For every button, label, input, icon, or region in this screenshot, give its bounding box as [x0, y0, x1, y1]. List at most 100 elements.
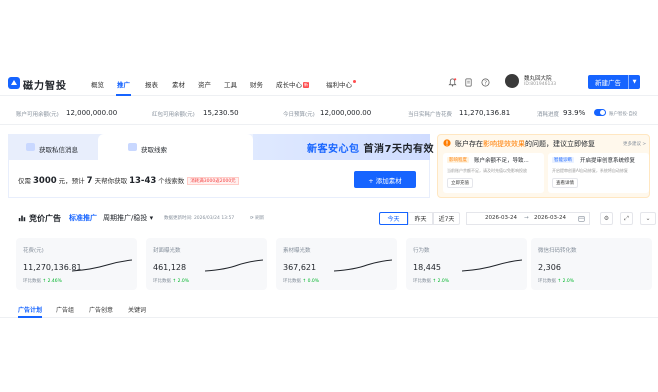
add-material-button[interactable]: + 添加素材 [354, 171, 416, 188]
metric-spend-compare-value: ↑ 2.46% [42, 279, 62, 284]
nav-reports[interactable]: 报表 [145, 79, 158, 89]
refresh-button[interactable]: ⟳ 刷新 [250, 215, 264, 221]
nav-welfare-center[interactable]: 福利中心 [326, 79, 356, 89]
range-7days[interactable]: 近7天 [433, 212, 460, 225]
date-separator: → [524, 215, 529, 221]
settings-icon[interactable]: ⚙ [600, 212, 613, 225]
metric-cover-label: 封面曝光数 [153, 248, 181, 254]
nav-overview[interactable]: 概览 [91, 79, 104, 89]
budget-suffix: 个线索数 [158, 177, 185, 185]
alert-title: 账户存在影响提效效果的问题，建议立即修复 [455, 139, 595, 149]
nav-materials[interactable]: 素材 [172, 79, 185, 89]
metric-wechat-compare: 环比数据 ↑ 2.0% [538, 278, 574, 284]
metric-material-trend [334, 259, 392, 272]
expand-icon[interactable]: ⤢ [620, 212, 633, 225]
notification-dot [353, 80, 356, 83]
bell-icon[interactable] [448, 78, 457, 87]
tab-leads[interactable] [98, 134, 253, 160]
collapse-chevron-icon[interactable]: ⌄ [640, 212, 656, 225]
metric-material-compare: 环比数据 ↑ 0.0% [283, 278, 319, 284]
nav-promotion[interactable]: 推广 [117, 79, 130, 89]
metric-cover-compare: 环比数据 ↑ 2.0% [153, 278, 189, 284]
metric-actions-label: 行为数 [413, 248, 430, 254]
promotion-mode-select[interactable]: 周期推广/稳投 ▾ [103, 213, 153, 223]
alert-card-balance-text: 账户余额不足，导致... [474, 158, 529, 164]
logo-icon [8, 77, 20, 89]
promotion-type-select[interactable]: 标准推广 [69, 213, 97, 223]
budget-amount: 3000 [33, 176, 57, 186]
user-id: ID:801946133 [524, 82, 557, 87]
alert-card-creative-text: 开启提审创意系统修复 [580, 158, 636, 164]
budget-days: 7 [86, 176, 93, 186]
nav-growth-center[interactable]: 成长中心新 [276, 79, 309, 89]
metric-material-compare-label: 环比数据 [283, 279, 301, 284]
alert-title-warn: 影响提效效果 [483, 140, 525, 148]
range-today[interactable]: 今天 [379, 212, 408, 225]
nav-growth-label: 成长中心 [276, 81, 302, 89]
nav-tools[interactable]: 工具 [224, 79, 237, 89]
stat-spend-label: 当日实耗广告花费 [408, 112, 453, 118]
smart-bid-label: 账户智投·自投 [609, 112, 638, 117]
leads-icon [128, 143, 137, 151]
svg-text:?: ? [484, 80, 487, 86]
tab-keywords[interactable]: 关键词 [128, 305, 146, 314]
metric-actions-compare: 环比数据 ↑ 2.0% [413, 278, 449, 284]
tab-ad-group[interactable]: 广告组 [56, 305, 74, 314]
document-icon[interactable] [464, 78, 473, 87]
chevron-down-icon[interactable]: ▼ [628, 75, 640, 89]
metric-actions-compare-value: ↑ 2.0% [432, 279, 450, 284]
stat-balance-value: 12,000,000.00 [66, 109, 118, 117]
more-suggestions-link[interactable]: 更多建议 > [623, 141, 646, 147]
avatar[interactable] [505, 74, 519, 88]
tab-ad-plan[interactable]: 广告计划 [18, 305, 42, 314]
budget-estimate: 仅需 3000 元，预计 7 天帮你获取 13-43 个线索数 消耗满3000返2000元 [18, 175, 239, 186]
alert-card-creative-sub: 开启提审创意AI自动修复，系统将自动修复 [552, 168, 628, 173]
help-icon[interactable]: ? [481, 78, 490, 87]
new-badge: 新 [303, 82, 309, 88]
user-name[interactable]: 魏丸回大院 [524, 74, 552, 82]
metric-actions-compare-label: 环比数据 [413, 279, 431, 284]
stat-spend-value: 11,270,136.81 [459, 109, 511, 117]
date-to: 2026-03-24 [534, 215, 566, 221]
budget-mid1: 元，预计 [58, 177, 85, 185]
recharge-button[interactable]: 立即充值 [447, 178, 473, 188]
view-details-button[interactable]: 查看详情 [552, 178, 578, 188]
tab-active-indicator [18, 316, 42, 318]
budget-prefix: 仅需 [18, 177, 31, 185]
metric-material-label: 素材曝光数 [283, 248, 311, 254]
range-yesterday[interactable]: 昨天 [408, 212, 433, 225]
metric-cover-value: 461,128 [153, 263, 187, 272]
bar-chart-icon [18, 215, 26, 222]
tab-leads-label: 获取线索 [141, 146, 167, 154]
tab-ad-creative[interactable]: 广告创意 [89, 305, 113, 314]
stat-redpacket-label: 红包可用余额(元) [152, 112, 195, 118]
warning-icon [443, 139, 451, 147]
metric-wechat-label: 微信扫码转化数 [538, 248, 577, 254]
metric-cover-trend [205, 259, 263, 272]
data-updated-time: 数据更新时间: 2026/03/24 13:57 [164, 216, 235, 221]
metric-actions-value: 18,445 [413, 263, 441, 272]
calendar-icon [578, 216, 585, 222]
stat-balance-label: 账户可用余额(元) [16, 112, 59, 118]
new-ad-label: 新建广告 [595, 79, 621, 87]
nav-finance[interactable]: 财务 [250, 79, 263, 89]
brand-name: 磁力智投 [23, 81, 67, 92]
metric-cover-compare-label: 环比数据 [153, 279, 171, 284]
promo-banner-title: 新客安心包 首消7天内有效 [307, 140, 434, 155]
metric-spend-trend [72, 259, 132, 272]
stat-budget-label: 今日预算(元) [283, 112, 315, 118]
nav-active-indicator [116, 94, 131, 96]
alert-card-balance-tag: 影响程度 [447, 157, 469, 163]
smart-bid-toggle[interactable] [594, 109, 606, 116]
new-ad-button[interactable]: 新建广告 ▼ [588, 75, 640, 89]
metric-wechat-compare-value: ↑ 2.0% [557, 279, 575, 284]
metric-actions-trend [462, 259, 522, 272]
stat-progress-value: 93.9% [563, 109, 586, 117]
alert-card-creative-tag: 智能诊断 [552, 157, 574, 163]
nav-assets[interactable]: 资产 [198, 79, 211, 89]
section-title: 竞价广告 [29, 214, 61, 223]
budget-range: 13-43 [129, 176, 157, 186]
metric-wechat-value: 2,306 [538, 263, 561, 272]
promo-banner-highlight: 新客安心包 [307, 144, 360, 155]
budget-mid2: 天帮你获取 [94, 177, 128, 185]
